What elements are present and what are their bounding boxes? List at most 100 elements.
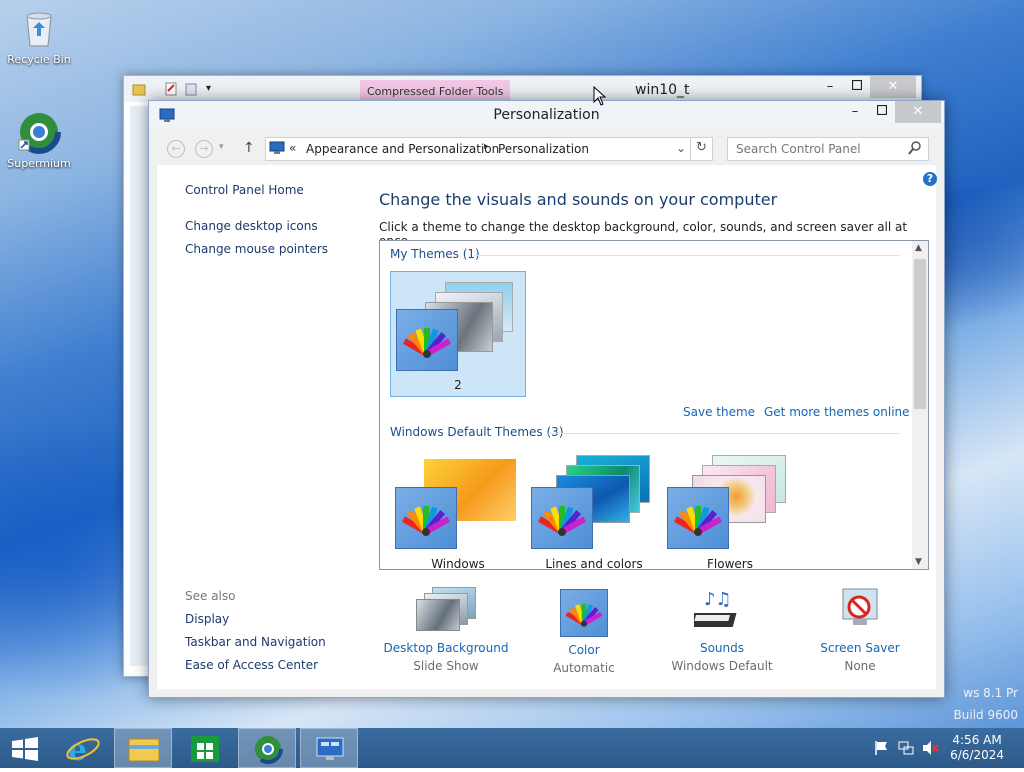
windows-default-themes-heading: Windows Default Themes (3) (390, 425, 564, 439)
clock-date: 6/6/2024 (950, 748, 1004, 762)
save-theme-link[interactable]: Save theme (683, 405, 755, 419)
color-palette-icon (396, 309, 458, 371)
search-icon[interactable] (908, 140, 922, 159)
explorer-titlebar[interactable]: ▾ Compressed Folder Tools win10_t – ✕ (124, 76, 921, 102)
store-icon (191, 736, 219, 762)
search-input[interactable]: Search Control Panel (736, 142, 861, 156)
forward-arrow-icon[interactable]: → (195, 140, 213, 158)
window-title: Personalization (493, 107, 600, 123)
maximize-button[interactable] (843, 76, 871, 98)
color-palette-icon (560, 589, 608, 637)
taskbar-store[interactable] (176, 728, 234, 768)
breadcrumb-appearance-and-personalization[interactable]: Appearance and Personalization (306, 142, 499, 156)
window-titlebar[interactable]: Personalization – ✕ (149, 101, 944, 129)
desktop-icon-label: Recycle Bin (7, 53, 71, 66)
network-icon[interactable] (898, 740, 914, 759)
theme-name: Flowers (707, 557, 753, 570)
taskbar-supermium[interactable] (238, 728, 296, 768)
theme-tile-2[interactable]: 2 (390, 271, 526, 397)
desktop-background-link[interactable]: Desktop Background (381, 641, 511, 655)
maximize-icon (851, 79, 863, 91)
help-icon[interactable]: ? (923, 172, 937, 186)
navigation-pane (130, 106, 149, 666)
color-palette-icon (667, 487, 729, 549)
get-more-themes-online-link[interactable]: Get more themes online (764, 405, 910, 419)
up-arrow-icon[interactable]: ↑ (243, 140, 255, 156)
system-clock[interactable]: 4:56 AM 6/6/2024 (950, 733, 1004, 763)
display-link[interactable]: Display (185, 612, 229, 626)
desktop-icon-label: Supermium (7, 157, 71, 170)
maximize-button[interactable] (868, 101, 896, 123)
close-button[interactable]: ✕ (895, 101, 941, 123)
os-watermark-line2: Build 9600 (953, 708, 1018, 722)
change-mouse-pointers-link[interactable]: Change mouse pointers (185, 242, 328, 256)
address-dropdown-icon[interactable]: ⌄ (676, 141, 686, 155)
action-center-flag-icon[interactable] (874, 740, 890, 759)
close-button[interactable]: ✕ (870, 76, 916, 98)
desktop-icon-recycle-bin[interactable]: Recycle Bin (4, 6, 74, 66)
color-link[interactable]: Color (519, 643, 649, 657)
my-themes-heading: My Themes (1) (390, 247, 480, 261)
search-box[interactable]: Search Control Panel (727, 137, 929, 161)
address-bar[interactable]: « Appearance and Personalization ▸ Perso… (265, 137, 713, 161)
clock-time: 4:56 AM (952, 733, 1002, 747)
back-arrow-icon[interactable]: ← (167, 140, 185, 158)
refresh-icon[interactable]: ↻ (696, 140, 707, 155)
taskbar-internet-explorer[interactable]: e (54, 728, 112, 768)
supermium-browser-icon (253, 734, 283, 764)
screen-saver-icon (835, 585, 885, 635)
svg-text:e: e (68, 733, 87, 768)
theme-tile-flowers[interactable]: Flowers (662, 451, 798, 569)
change-desktop-icons-link[interactable]: Change desktop icons (185, 219, 318, 233)
volume-muted-icon[interactable] (922, 740, 940, 759)
color-value: Automatic (553, 661, 615, 675)
breadcrumb-overflow-icon[interactable]: « (289, 141, 296, 155)
personalization-window[interactable]: Personalization – ✕ ← → ▾ ↑ « Appearance… (148, 100, 945, 698)
control-panel-home-link[interactable]: Control Panel Home (185, 183, 304, 197)
folder-icon (132, 82, 146, 96)
theme-tile-windows[interactable]: Windows (390, 451, 526, 569)
sounds-setting[interactable]: ♪♫ Sounds Windows Default (657, 585, 787, 673)
see-also-label: See also (185, 589, 236, 603)
screen-saver-setting[interactable]: Screen Saver None (795, 585, 925, 673)
theme-name: Windows (431, 557, 485, 570)
color-palette-icon (395, 487, 457, 549)
ease-of-access-center-link[interactable]: Ease of Access Center (185, 658, 318, 672)
scroll-up-icon[interactable]: ▲ (915, 243, 922, 253)
color-setting[interactable]: Color Automatic (519, 585, 649, 675)
sounds-link[interactable]: Sounds (657, 641, 787, 655)
taskbar-control-panel[interactable] (300, 728, 358, 768)
theme-name: Lines and colors (545, 557, 643, 570)
breadcrumb-separator-icon: ▸ (484, 141, 490, 152)
color-palette-icon (531, 487, 593, 549)
window-title: win10_t (635, 82, 690, 98)
breadcrumb-personalization[interactable]: Personalization (498, 142, 589, 156)
context-tab-compressed-folder-tools[interactable]: Compressed Folder Tools (360, 80, 511, 102)
desktop-background-value: Slide Show (413, 659, 479, 673)
control-panel-icon (269, 141, 285, 158)
windows-logo-icon (12, 737, 38, 761)
themes-scrollbar[interactable]: ▲ ▼ (912, 241, 928, 569)
sounds-icon: ♪♫ (688, 585, 750, 635)
mouse-cursor-icon (593, 85, 607, 109)
themes-list[interactable]: My Themes (1) 2 Save theme Get more them… (379, 240, 929, 570)
content-area: Control Panel Home Change desktop icons … (157, 165, 937, 689)
start-button[interactable] (0, 728, 50, 768)
desktop-background-setting[interactable]: Desktop Background Slide Show (381, 585, 511, 673)
file-explorer-icon (128, 738, 160, 762)
taskbar-and-navigation-link[interactable]: Taskbar and Navigation (185, 635, 326, 649)
desktop-icon-supermium[interactable]: Supermium (4, 110, 74, 170)
minimize-button[interactable]: – (841, 101, 869, 123)
theme-tile-lines-and-colors[interactable]: Lines and colors (526, 451, 662, 569)
new-folder-icon[interactable] (184, 82, 198, 96)
screen-saver-value: None (844, 659, 876, 673)
minimize-button[interactable]: – (816, 76, 844, 98)
scroll-down-icon[interactable]: ▼ (915, 557, 922, 567)
scrollbar-thumb[interactable] (914, 259, 926, 409)
qat-dropdown-icon[interactable]: ▾ (206, 82, 220, 96)
taskbar-file-explorer[interactable] (114, 728, 172, 768)
recent-locations-dropdown-icon[interactable]: ▾ (219, 142, 224, 152)
properties-icon[interactable] (164, 82, 178, 96)
screen-saver-link[interactable]: Screen Saver (795, 641, 925, 655)
control-panel-icon (316, 737, 344, 760)
